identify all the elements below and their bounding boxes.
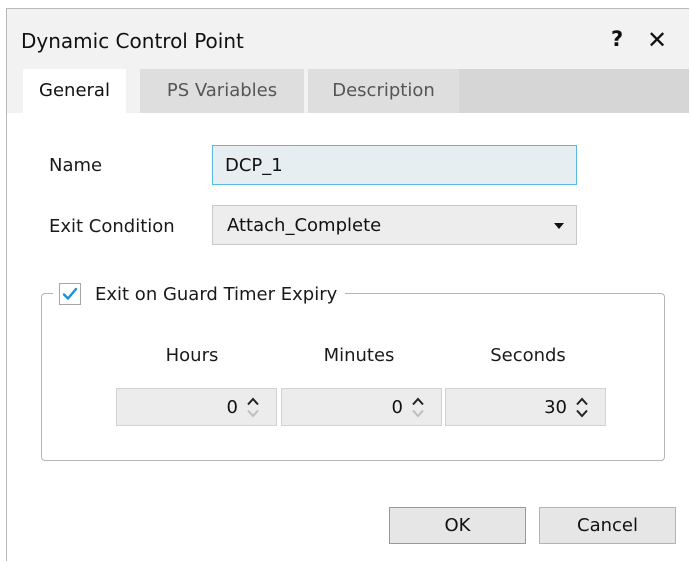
guard-timer-group bbox=[41, 293, 665, 461]
chevron-down-icon[interactable] bbox=[575, 409, 589, 418]
exit-condition-label: Exit Condition bbox=[49, 216, 175, 237]
exit-condition-value: Attach_Complete bbox=[227, 215, 382, 236]
exit-condition-select[interactable]: Attach_Complete bbox=[212, 205, 577, 245]
tab-bar: General PS Variables Description bbox=[7, 63, 689, 113]
dialog-title: Dynamic Control Point bbox=[21, 29, 244, 53]
cancel-button[interactable]: Cancel bbox=[539, 507, 676, 544]
guard-timer-label: Exit on Guard Timer Expiry bbox=[95, 283, 338, 305]
minutes-stepper[interactable]: 0 bbox=[281, 388, 442, 426]
guard-timer-checkbox[interactable] bbox=[59, 283, 81, 305]
help-button[interactable]: ? bbox=[611, 27, 623, 51]
chevron-up-icon[interactable] bbox=[575, 397, 589, 406]
minutes-label: Minutes bbox=[323, 345, 395, 366]
minutes-value: 0 bbox=[391, 397, 403, 418]
chevron-down-icon[interactable] bbox=[554, 223, 564, 229]
tab-ps-variables[interactable]: PS Variables bbox=[140, 69, 304, 113]
tab-general[interactable]: General bbox=[23, 69, 126, 113]
chevron-down-icon[interactable] bbox=[411, 409, 425, 418]
checkmark-icon bbox=[62, 287, 78, 300]
hours-label: Hours bbox=[165, 345, 219, 366]
dynamic-control-point-dialog: Dynamic Control Point ? ✕ General PS Var… bbox=[6, 8, 689, 561]
seconds-label: Seconds bbox=[490, 345, 566, 366]
tab-bar-filler bbox=[459, 69, 689, 113]
name-input[interactable] bbox=[212, 145, 577, 185]
hours-value: 0 bbox=[226, 397, 238, 418]
chevron-up-icon[interactable] bbox=[246, 397, 260, 406]
guard-timer-legend: Exit on Guard Timer Expiry bbox=[53, 279, 346, 309]
hours-stepper[interactable]: 0 bbox=[116, 388, 277, 426]
chevron-up-icon[interactable] bbox=[411, 397, 425, 406]
close-icon[interactable]: ✕ bbox=[647, 26, 667, 54]
title-bar[interactable]: Dynamic Control Point ? ✕ bbox=[7, 9, 689, 63]
seconds-value: 30 bbox=[544, 397, 567, 418]
chevron-down-icon[interactable] bbox=[246, 409, 260, 418]
tab-description[interactable]: Description bbox=[308, 69, 459, 113]
seconds-stepper[interactable]: 30 bbox=[445, 388, 606, 426]
ok-button[interactable]: OK bbox=[389, 507, 526, 544]
name-label: Name bbox=[49, 155, 103, 176]
